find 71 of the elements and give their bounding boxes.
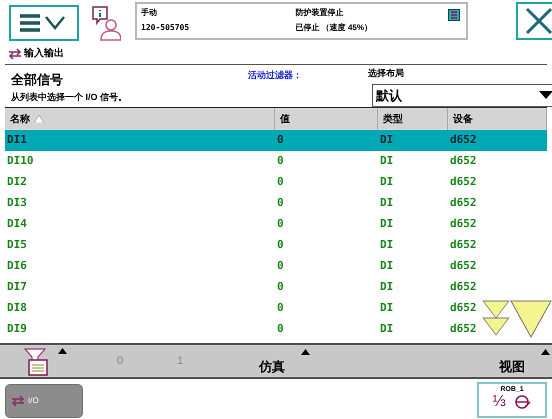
table-cell-text: DI: [379, 216, 394, 232]
layout-dropdown[interactable]: 默认: [372, 84, 552, 107]
run-state-text: 已停止 （速度 45%）: [296, 22, 372, 34]
table-cell-text: DI: [379, 300, 394, 316]
table-cell-text: DI: [379, 258, 394, 274]
table-cell-text: DI: [379, 321, 394, 338]
system-name-text: 120-505705: [141, 22, 190, 34]
instruction-text: 从列表中选择一个 I/O 信号。: [11, 91, 128, 104]
table-cell-text: d652: [449, 195, 478, 212]
table-cell-text: 0: [276, 321, 285, 338]
table-cell-text: DI: [379, 279, 394, 296]
table-cell-text: d652: [449, 258, 478, 274]
table-cell-text: 0: [276, 153, 285, 170]
table-cell-text: d652: [449, 300, 478, 316]
table-cell-text: d652: [449, 279, 478, 296]
table-cell-text: DI: [379, 132, 394, 148]
table-cell-text: DI: [379, 153, 394, 170]
view-title: 全部信号: [11, 71, 63, 89]
scroll-down-overlay[interactable]: [482, 300, 510, 336]
table-row[interactable]: DI1 0 DI d652: [5, 130, 547, 151]
table-cell-text: d652: [449, 174, 478, 190]
table-cell-text: 0: [276, 258, 285, 274]
menu-icon: [20, 13, 68, 33]
table-cell-text: d652: [449, 216, 478, 232]
operating-mode-text: 手动: [141, 7, 157, 19]
table-cell-text: d652: [449, 153, 478, 170]
table-cell-text: 0: [276, 132, 285, 148]
program-status-icon: [448, 9, 460, 21]
table-cell-text: DI9: [6, 321, 28, 338]
table-cell-text: d652: [449, 321, 478, 338]
table-cell-text: DI: [379, 174, 394, 190]
table-cell-text: DI4: [6, 216, 28, 232]
task-button[interactable]: I/O: [5, 384, 83, 418]
mechanical-unit-count: ⅓: [492, 394, 506, 410]
table-cell-text: DI7: [6, 279, 28, 296]
table-cell-text: DI5: [6, 237, 28, 254]
app-title: 输入输出: [24, 46, 64, 61]
table-cell-text: 0: [276, 195, 285, 212]
table-cell-text: DI1: [6, 132, 28, 148]
table-cell-text: DI: [379, 195, 394, 212]
event-log-icon[interactable]: [91, 5, 121, 41]
table-cell-text: d652: [449, 237, 478, 254]
table-cell-text: 0: [276, 237, 285, 254]
close-button[interactable]: [516, 2, 552, 40]
sort-ascending-icon: [34, 115, 44, 123]
table-cell-text: DI8: [6, 300, 28, 316]
table-cell-text: DI: [379, 237, 394, 254]
io-icon: [8, 48, 22, 60]
safety-state-text: 防护装置停止: [296, 7, 344, 19]
table-cell-text: 0: [276, 279, 285, 296]
table-cell-text: DI3: [6, 195, 28, 212]
menu-button[interactable]: 仿真: [210, 345, 310, 377]
table-cell-text: DI10: [6, 153, 34, 170]
caret-icon: [301, 349, 310, 355]
caret-icon: [58, 348, 66, 354]
close-icon: [525, 7, 552, 35]
table-cell-text: DI2: [6, 174, 28, 190]
table-cell-text: 0: [276, 174, 285, 190]
main-menu-button[interactable]: [9, 5, 79, 41]
menu-button[interactable]: 视图: [310, 345, 552, 377]
dropdown-arrow-icon: [539, 91, 552, 99]
table-cell-text: DI6: [6, 258, 28, 274]
layout-label: 选择布局: [368, 67, 404, 80]
page-down-overlay[interactable]: [510, 300, 552, 338]
table-cell-text: 0: [276, 216, 285, 232]
io-icon: [11, 395, 25, 407]
caret-icon: [541, 349, 550, 355]
table-cell-text: d652: [449, 132, 478, 148]
filter-label: 活动过滤器：: [248, 69, 302, 82]
filter-icon: [24, 348, 50, 376]
table-cell-text: 0: [276, 300, 285, 316]
